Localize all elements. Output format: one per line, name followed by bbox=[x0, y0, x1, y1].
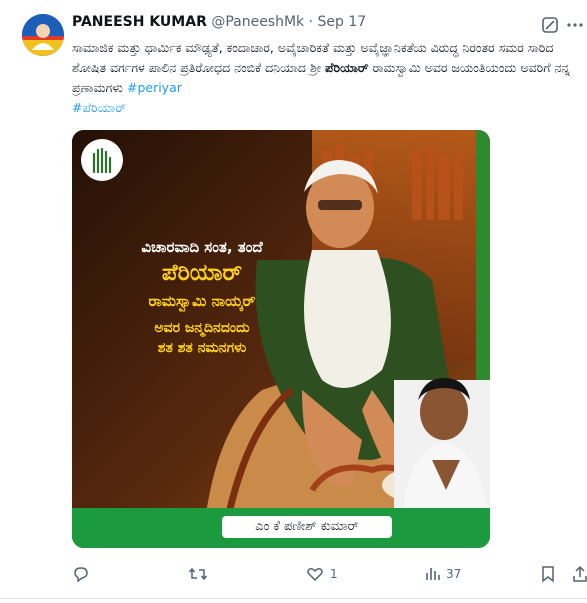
retweet-icon bbox=[188, 565, 208, 583]
bookmark-button[interactable] bbox=[540, 563, 556, 585]
reply-button[interactable] bbox=[72, 563, 96, 585]
tweet-header: PANEESH KUMAR @PaneeshMk · Sep 17 bbox=[72, 14, 587, 34]
share-icon bbox=[572, 565, 587, 583]
like-button[interactable]: 1 bbox=[306, 563, 338, 585]
divider bbox=[0, 598, 587, 599]
views-count: 37 bbox=[446, 567, 462, 581]
bookmark-icon bbox=[540, 565, 556, 583]
tweet-image[interactable]: ವಿಚಾರವಾದಿ ಸಂತ, ತಂದೆ ಪೆರಿಯಾರ್ ರಾಮಸ್ವಾಮಿ ನ… bbox=[72, 130, 490, 548]
poster-line3: ರಾಮಸ್ವಾಮಿ ನಾಯ್ಕರ್ bbox=[148, 292, 256, 310]
tweet-text-bold: ಪೆರಿಯಾರ್ bbox=[324, 60, 369, 75]
tweet-actions: 1 37 bbox=[72, 563, 587, 585]
poster-name-label: ಎಂ ಕೆ ಪಣೀಶ್ ಕುಮಾರ್ bbox=[222, 516, 392, 538]
separator-dot: · bbox=[308, 14, 314, 30]
hashtag-periyar[interactable]: #periyar bbox=[127, 80, 182, 95]
tweet-card[interactable]: PANEESH KUMAR @PaneeshMk · Sep 17 ಸಾಮಾಜಿ… bbox=[0, 0, 587, 603]
hashtag-periyar-kannada[interactable]: #ಪೆರಿಯಾರ್ bbox=[72, 100, 126, 115]
avatar[interactable] bbox=[22, 14, 64, 56]
poster-line5: ಶತ ಶತ ನಮನಗಳು bbox=[157, 340, 247, 356]
poster-line1: ವಿಚಾರವಾದಿ ಸಂತ, ತಂದೆ bbox=[141, 238, 263, 256]
user-handle[interactable]: @PaneeshMk bbox=[211, 14, 304, 30]
timestamp[interactable]: Sep 17 bbox=[318, 14, 367, 30]
poster-line2: ಪೆರಿಯಾರ್ bbox=[161, 260, 243, 286]
more-icon[interactable] bbox=[566, 17, 584, 33]
reply-icon bbox=[72, 565, 90, 583]
poster-line4: ಅವರ ಜನ್ಮದಿನದಂದು bbox=[154, 320, 250, 336]
poster-illustration bbox=[72, 130, 490, 548]
share-button[interactable] bbox=[572, 563, 587, 585]
like-count: 1 bbox=[330, 567, 338, 581]
views-icon bbox=[424, 565, 440, 583]
retweet-button[interactable] bbox=[188, 563, 214, 585]
like-icon bbox=[306, 565, 324, 583]
views-button[interactable]: 37 bbox=[424, 563, 461, 585]
tweet-text: ಸಾಮಾಜಿಕ ಮತ್ತು ಧಾರ್ಮಿಕ ಮೌಢ್ಯತೆ, ಕಂದಾಚಾರ, … bbox=[72, 38, 577, 118]
grok-icon[interactable] bbox=[541, 16, 559, 34]
display-name[interactable]: PANEESH KUMAR bbox=[72, 14, 207, 30]
